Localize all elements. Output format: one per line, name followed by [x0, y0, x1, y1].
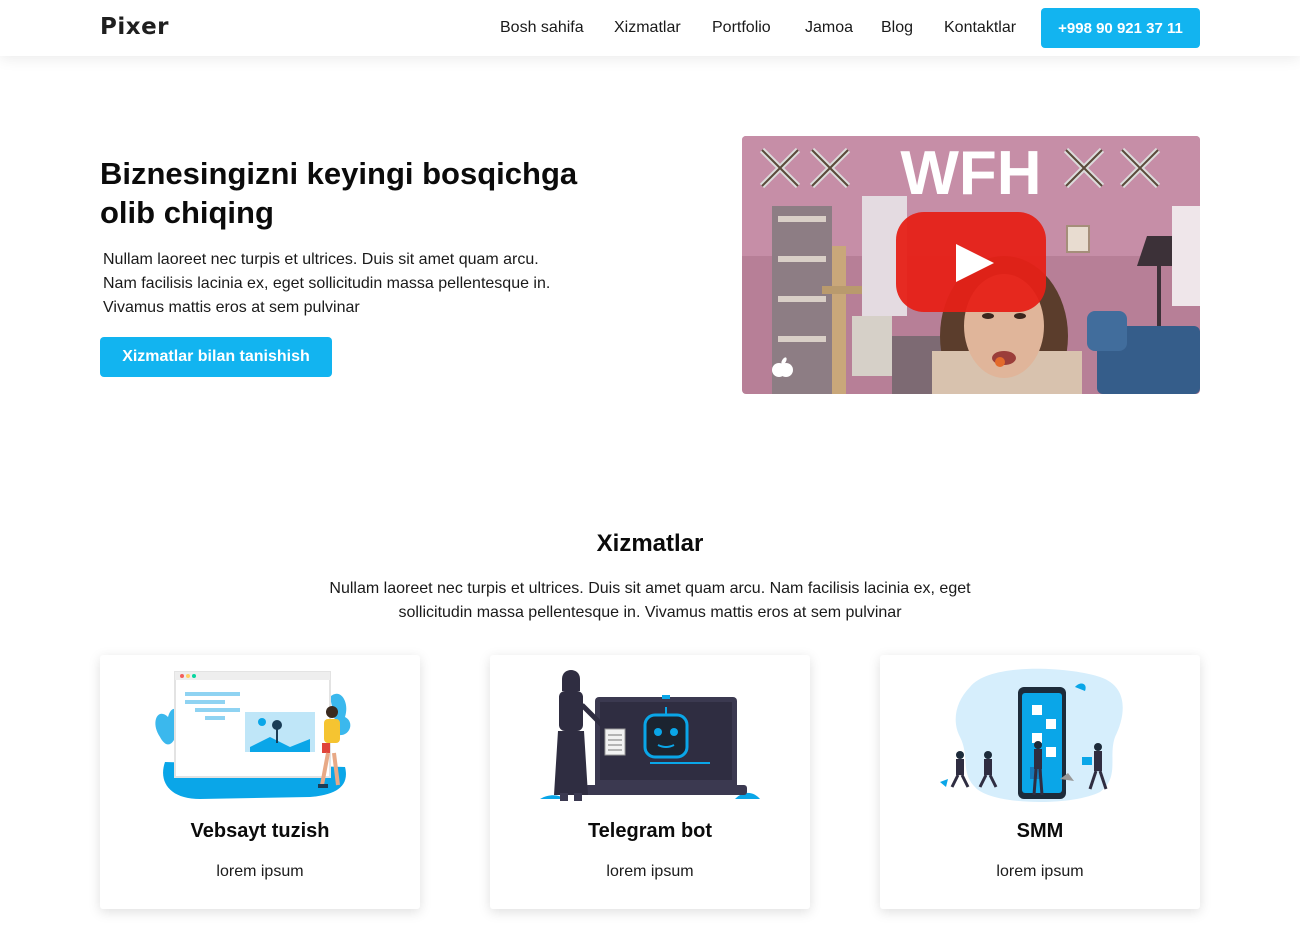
- phone-button[interactable]: +998 90 921 37 11: [1041, 8, 1200, 48]
- service-card-text: lorem ipsum: [606, 863, 694, 880]
- nav-link-portfolio[interactable]: Portfolio: [712, 19, 771, 37]
- telegram-bot-illustration-icon: [540, 670, 760, 801]
- service-card-title: SMM: [1016, 820, 1064, 842]
- nav-link-team[interactable]: Jamoa: [805, 19, 853, 37]
- hero-title: Biznesingizni keyingi bosqichga olib chi…: [100, 156, 578, 230]
- video-overlay-text: WFH: [900, 139, 1041, 208]
- hero-video[interactable]: WFH: [742, 136, 1200, 394]
- nav-link-home[interactable]: Bosh sahifa: [500, 19, 584, 37]
- nav-link-blog[interactable]: Blog: [881, 19, 913, 37]
- hero-description: Nullam laoreet nec turpis et ultrices. D…: [103, 251, 551, 316]
- youtube-play-icon: [896, 212, 1046, 312]
- services-description: Nullam laoreet nec turpis et ultrices. D…: [329, 580, 971, 621]
- services-cta-button[interactable]: Xizmatlar bilan tanishish: [100, 337, 332, 377]
- nav-link-contacts[interactable]: Kontaktlar: [944, 19, 1016, 37]
- service-card-title: Telegram bot: [587, 820, 713, 842]
- service-card-website[interactable]: Vebsayt tuzish lorem ipsum: [100, 655, 420, 909]
- logo[interactable]: Pixer: [100, 14, 169, 40]
- service-card-telegram-bot[interactable]: Telegram bot lorem ipsum: [490, 655, 810, 909]
- video-thumbnail: WFH: [742, 136, 1200, 394]
- site-header: Pixer Bosh sahifa Xizmatlar Portfolio Ja…: [0, 0, 1300, 56]
- smm-illustration-icon: [940, 668, 1123, 803]
- services-title: Xizmatlar: [596, 530, 704, 557]
- service-card-title: Vebsayt tuzish: [190, 820, 330, 842]
- service-card-text: lorem ipsum: [996, 863, 1084, 880]
- website-illustration-icon: [155, 671, 351, 799]
- service-card-smm[interactable]: SMM lorem ipsum: [880, 655, 1200, 909]
- service-card-text: lorem ipsum: [216, 863, 304, 880]
- nav-link-services[interactable]: Xizmatlar: [614, 19, 681, 37]
